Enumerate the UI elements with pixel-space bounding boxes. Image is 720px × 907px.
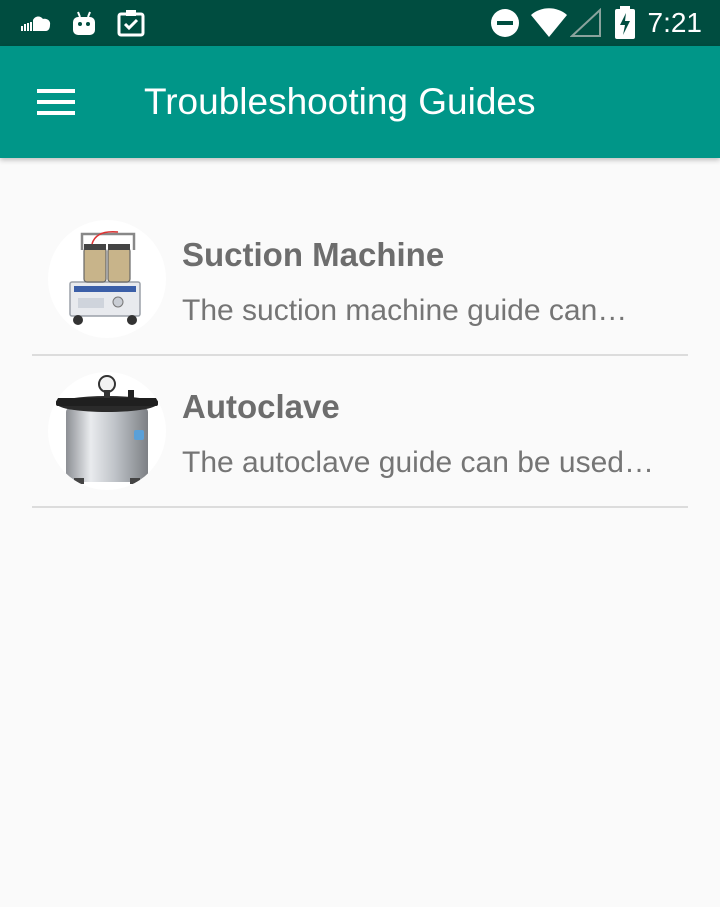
guide-title: Suction Machine — [182, 236, 445, 273]
cloud-icon — [20, 0, 52, 46]
page-title: Troubleshooting Guides — [144, 81, 536, 122]
hamburger-menu-icon[interactable] — [20, 68, 92, 136]
suction-machine-image — [48, 220, 166, 338]
guide-item-suction-machine[interactable]: Suction Machine The suction machine guid… — [32, 204, 688, 356]
android-icon — [70, 0, 98, 46]
guide-description: The autoclave guide can be used… — [182, 446, 654, 479]
guide-list: Suction Machine The suction machine guid… — [32, 204, 688, 508]
clipboard-check-icon — [116, 0, 146, 46]
guide-item-autoclave[interactable]: Autoclave The autoclave guide can be use… — [32, 356, 688, 508]
status-bar: 7:21 — [0, 0, 720, 46]
guide-title: Autoclave — [182, 388, 340, 425]
status-time: 7:21 — [647, 7, 703, 38]
signal-icon — [570, 0, 602, 46]
app-bar: Troubleshooting Guides — [0, 46, 720, 158]
autoclave-image — [48, 372, 166, 490]
guide-description: The suction machine guide can… — [182, 294, 628, 327]
do-not-disturb-icon — [490, 0, 520, 46]
wifi-icon — [530, 0, 568, 46]
battery-charging-icon — [614, 0, 636, 46]
